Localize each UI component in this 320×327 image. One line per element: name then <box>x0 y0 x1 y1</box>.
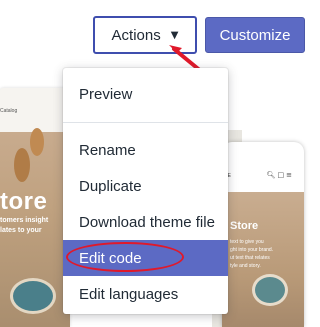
preview-mobile-hero-title: Store <box>230 220 259 232</box>
menu-item-rename[interactable]: Rename <box>63 132 228 168</box>
preview-mobile-hero-subtitle: text to give you ght into your brand. ut… <box>230 238 278 270</box>
preview-mobile-hero-subtitle-line: ut text that relates <box>230 255 270 261</box>
menu-item-label: Duplicate <box>79 177 142 195</box>
menu-item-edit-code[interactable]: Edit code <box>63 240 228 276</box>
menu-item-download-theme-file[interactable]: Download theme file <box>63 204 228 240</box>
preview-nav-catalog: Catalog <box>0 108 18 114</box>
preview-mobile-hero-subtitle-line: ght into your brand. <box>230 247 274 253</box>
theme-preview-mobile: DE 🔍︎□≡ Store text to give you ght into … <box>222 142 304 327</box>
spoon-image <box>14 148 30 182</box>
menu-item-label: Download theme file <box>79 213 215 231</box>
menu-item-edit-languages[interactable]: Edit languages <box>63 276 228 312</box>
menu-item-label: Rename <box>79 141 136 159</box>
bowl-image <box>10 278 56 314</box>
preview-hero-title: tore <box>0 188 48 215</box>
theme-preview-desktop: Catalog tore tomers insight lates to you… <box>0 88 70 327</box>
preview-hero-subtitle-line: tomers insight <box>0 217 49 224</box>
menu-divider <box>63 122 228 123</box>
menu-item-label: Edit languages <box>79 285 179 303</box>
preview-hero-subtitle-line: lates to your <box>0 227 42 234</box>
preview-mobile-hero-subtitle-line: tyle and story. <box>230 263 261 269</box>
menu-item-label: Edit code <box>79 249 142 267</box>
menu-icon: ≡ <box>286 171 294 179</box>
cart-icon: □ <box>277 171 287 179</box>
menu-item-preview[interactable]: Preview <box>63 76 228 112</box>
preview-hero-subtitle: tomers insight lates to your <box>0 216 48 236</box>
actions-dropdown-menu: Preview Rename Duplicate Download theme … <box>63 68 228 314</box>
customize-button[interactable]: Customize <box>205 17 305 53</box>
preview-mobile-hero-subtitle-line: text to give you <box>230 239 264 245</box>
preview-mobile-header: DE 🔍︎□≡ <box>222 170 304 184</box>
preview-mobile-icons: 🔍︎□≡ <box>267 171 294 179</box>
bowl-image <box>252 274 288 306</box>
menu-item-label: Preview <box>79 85 133 103</box>
actions-button[interactable]: Actions ▼ <box>93 16 197 54</box>
search-icon: 🔍︎ <box>266 171 278 179</box>
spoon-image <box>30 128 44 156</box>
menu-item-duplicate[interactable]: Duplicate <box>63 168 228 204</box>
actions-button-label: Actions <box>111 26 161 44</box>
caret-down-icon: ▼ <box>170 29 179 41</box>
